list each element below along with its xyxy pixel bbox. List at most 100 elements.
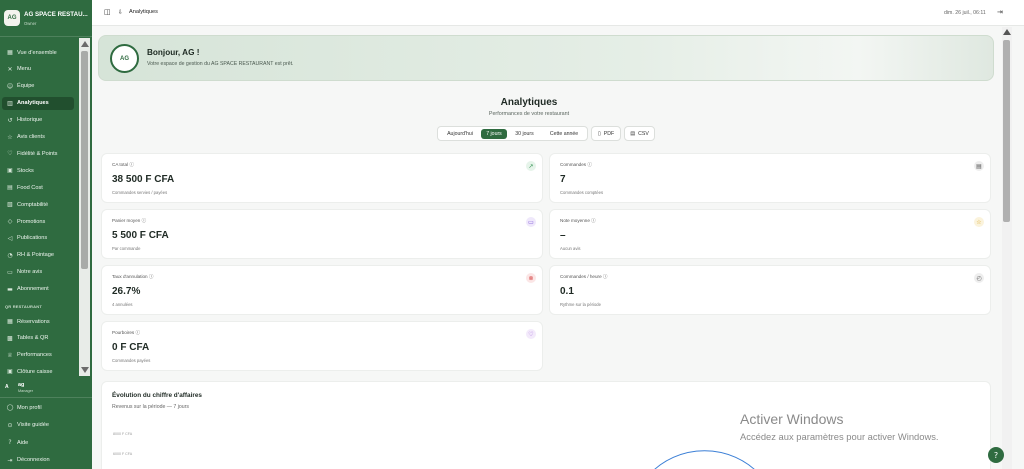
metric-label: Panier moyen ⓘ [112,218,147,223]
metric-value: 0 F CFA [112,342,150,353]
sidebar-item-label: Historique [17,117,43,124]
main-scroll-thumb[interactable] [1003,40,1010,222]
sidebar-item-quipe[interactable]: ☺ Équipe [2,80,74,93]
sidebar-item-label: Performances [17,352,52,359]
brand[interactable]: AG AG SPACE RESTAU... Owner [4,8,90,30]
range-this-year[interactable]: Cette année [542,129,586,139]
credit-card-icon: ▬ [7,285,13,293]
sidebar-scroll-thumb[interactable] [81,51,88,269]
heart-icon: ♡ [526,329,536,339]
sidebar-item-mon-profil[interactable]: ◯ Mon profil [2,401,74,414]
metric-subtitle: Commandes comptées [560,190,604,195]
page-title: Analytiques [129,9,158,15]
sidebar-item-food-cost[interactable]: ▤ Food Cost [2,181,74,194]
brand-subtitle: Owner [24,21,37,26]
range-today[interactable]: Aujourd'hui [441,129,479,139]
scroll-up-icon[interactable] [81,41,89,47]
sidebar-item-label: Déconnexion [17,457,50,463]
range-30-days[interactable]: 30 jours [510,129,539,139]
metric-card: Commandes / heure ⓘ 0.1 Rythme sur la péri… [549,265,991,315]
cart-icon: ▭ [526,217,536,227]
clock-icon: ◴ [974,273,984,283]
date-time: dim. 26 juil., 06:11 [944,10,986,16]
scroll-down-icon[interactable] [81,367,89,373]
metric-subtitle: Aucun avis [560,246,581,251]
sidebar-item-label: Visite guidée [17,422,49,428]
bar-chart-icon: ▥ [7,99,13,107]
metric-card: Pourboires ⓘ 0 F CFA Commandes payées ♡ [101,321,543,371]
metric-label: Commandes ⓘ [560,162,592,167]
help-icon: ? [8,439,12,446]
range-7-days[interactable]: 7 jours [481,129,507,139]
ledger-icon: ▧ [7,201,13,209]
sidebar-item-analytiques[interactable]: ▥ Analytiques [2,96,74,110]
avatar: A [5,384,9,390]
sidebar-item-menu[interactable]: ✕ Menu [2,63,74,76]
metric-card: Note moyenne ⓘ – Aucun avis ☆ [549,209,991,259]
sidebar-item-label: Comptabilité [17,201,49,208]
sidebar-item-label: Notre avis [17,269,43,276]
sidebar-item-label: Promotions [17,218,46,225]
sidebar-toggle-icon[interactable]: ◫ [104,8,111,16]
sidebar-item-tables-qr[interactable]: ▩ Tables & QR [2,332,74,345]
qr-icon: ▩ [7,334,13,342]
brand-name: AG SPACE RESTAU... [24,11,88,18]
export-csv-button[interactable]: ▤ CSV [624,126,655,141]
restaurant-logo: AG [110,44,139,73]
bar-chart-icon: ⇩ [118,9,124,16]
user-profile[interactable]: A ag Manager [2,381,88,395]
sidebar-item-label: Mon profil [17,404,42,411]
sidebar-item-visite-guid-e[interactable]: ⊙ Visite guidée [2,419,74,432]
topbar: ◫ ⇩ Analytiques dim. 26 juil., 06:11 ⇥ [92,0,1024,26]
metric-value: – [560,230,566,241]
scroll-up-icon[interactable] [1003,29,1011,35]
sidebar-item-aide[interactable]: ? Aide [2,436,74,449]
sidebar-item-stocks[interactable]: ▣ Stocks [2,164,74,177]
message-icon: ▭ [7,268,13,276]
compass-icon: ⊙ [7,421,13,429]
sidebar-item-performances[interactable]: ♕ Performances [2,349,74,362]
history-icon: ↺ [7,116,13,124]
sidebar-item-comptabilit[interactable]: ▧ Comptabilité [2,198,74,211]
sidebar-item-historique[interactable]: ↺ Historique [2,114,74,127]
utensils-icon: ✕ [7,65,13,73]
sidebar-item-r-servations[interactable]: ▦ Réservations [2,315,74,328]
sidebar-item-d-connexion[interactable]: ⇥ Déconnexion [2,454,74,467]
sidebar-item-notre-avis[interactable]: ▭ Notre avis [2,266,74,279]
banner-message: Votre espace de gestion du AG SPACE REST… [147,61,294,67]
brand-logo: AG [4,10,20,26]
metric-label: Commandes / heure ⓘ [560,274,608,279]
sidebar-item-label: Abonnement [17,286,49,293]
metric-value: 5 500 F CFA [112,230,169,241]
x-circle-icon: ⊗ [526,273,536,283]
sidebar-item-rh-pointage[interactable]: ◔ RH & Pointage [2,249,74,262]
help-button[interactable]: ? [988,447,1004,463]
sidebar-item-label: Réservations [17,318,50,325]
megaphone-icon: ◁ [7,234,13,242]
sidebar-item-avis-clients[interactable]: ☆ Avis clients [2,131,74,144]
logout-icon[interactable]: ⇥ [997,8,1003,16]
divider [0,397,92,398]
divider [0,36,92,37]
export-pdf-label: PDF [603,130,615,137]
sidebar-item-abonnement[interactable]: ▬ Abonnement [2,283,74,296]
welcome-banner: AG Bonjour, AG ! Votre espace de gestion… [98,35,994,81]
sidebar-item-fid-lit-points[interactable]: ♡ Fidélité & Points [2,147,74,160]
metric-card: Taux d'annulation ⓘ 26.7% 4 annulées ⊗ [101,265,543,315]
sidebar-item-promotions[interactable]: ◇ Promotions [2,215,74,228]
sidebar-item-cl-ture-caisse[interactable]: ▣ Clôture caisse [2,365,74,378]
sidebar-item-label: Tables & QR [17,335,49,342]
calendar-icon: ▦ [7,318,13,325]
sidebar-item-vue-d-ensemble[interactable]: ▦ Vue d'ensemble [2,46,74,59]
sidebar-item-label: Food Cost [17,184,43,191]
sidebar-item-label: Menu [17,66,31,73]
metric-card: CA total ⓘ 38 500 F CFA Commandes servies … [101,153,543,203]
analytics-title: Analytiques [500,97,558,108]
sidebar-item-publications[interactable]: ◁ Publications [2,232,74,245]
sidebar-item-label: Équipe [17,83,35,90]
metric-value: 7 [560,174,566,185]
metric-subtitle: Par commande [112,246,141,251]
export-pdf-button[interactable]: ▯ PDF [591,126,621,141]
range-selector: Aujourd'hui 7 jours 30 jours Cette année [437,126,588,141]
revenue-chart-card: Évolution du chiffre d'affaires Revenus … [101,381,991,469]
